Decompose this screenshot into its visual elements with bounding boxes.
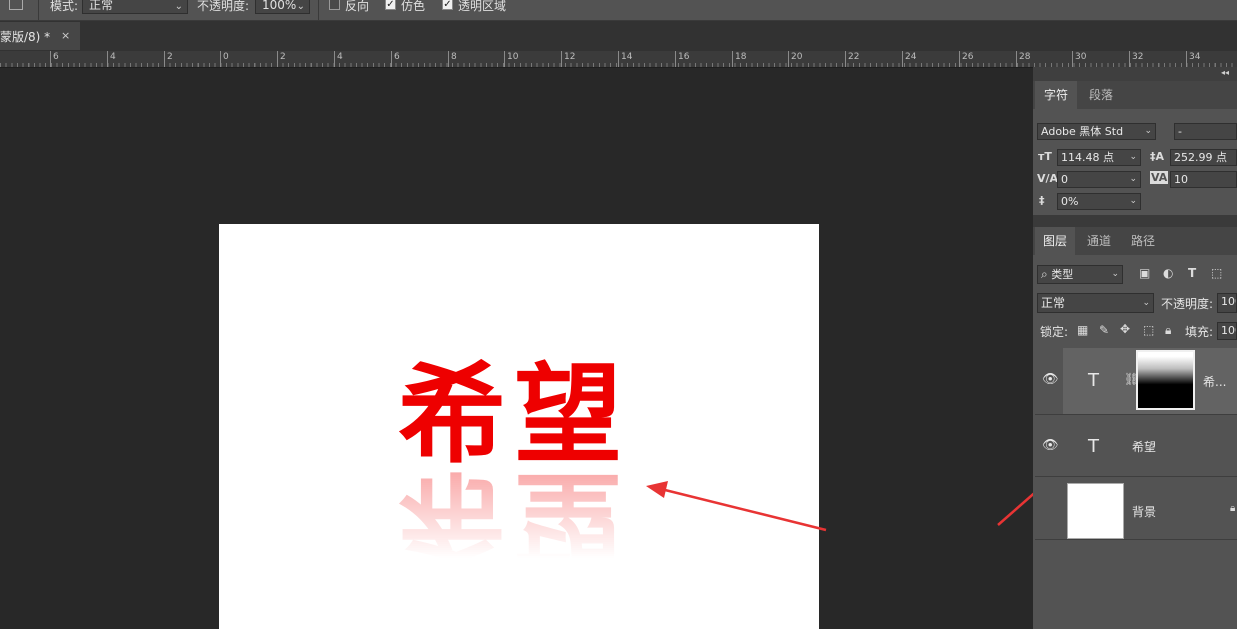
fill-field[interactable]: 100 — [1217, 322, 1237, 340]
chevron-down-icon: ⌄ — [1129, 152, 1137, 162]
tab-label: 段落 — [1088, 88, 1113, 102]
vertical-scale-icon: ‡ — [1039, 194, 1045, 207]
layer-name: 希... — [1203, 375, 1227, 389]
fill-value: 100 — [1221, 324, 1236, 337]
collapse-icon[interactable]: ◂◂ — [1221, 68, 1229, 77]
vertical-scale-value: 0% — [1061, 195, 1079, 208]
layer-thumbnail — [1067, 483, 1124, 539]
tab-paragraph[interactable]: 段落 — [1080, 81, 1122, 109]
eye-icon[interactable]: 👁︎ — [1042, 438, 1059, 453]
panel-separator — [1033, 215, 1237, 227]
text-layer-icon: T — [1088, 370, 1099, 391]
lock-image-icon[interactable]: ✎ — [1099, 323, 1109, 337]
chevron-down-icon: ⌄ — [1144, 126, 1152, 136]
tracking-field[interactable]: 10 — [1170, 171, 1237, 188]
chevron-down-icon: ⌄ — [1129, 196, 1137, 206]
leading-icon: ‡A — [1150, 150, 1165, 163]
vertical-scale-field[interactable]: 0% ⌄ — [1057, 193, 1141, 210]
tab-character[interactable]: 字符 — [1035, 81, 1077, 109]
kerning-field[interactable]: 0 ⌄ — [1057, 171, 1141, 188]
panel-collapse-strip: ◂◂ — [1033, 67, 1237, 81]
layer-opacity-label: 不透明度: — [1161, 297, 1214, 311]
tab-layers[interactable]: 图层 — [1035, 227, 1075, 255]
kerning-icon: V/A — [1037, 172, 1059, 185]
tab-label: 路径 — [1130, 234, 1155, 248]
tab-channels[interactable]: 通道 — [1078, 227, 1120, 255]
chevron-down-icon: ⌄ — [1111, 269, 1119, 279]
tab-label: 图层 — [1042, 234, 1067, 248]
leading-field[interactable]: 252.99 点 — [1170, 149, 1237, 166]
layers-empty-area — [1035, 540, 1237, 629]
fill-label: 填充: — [1185, 325, 1214, 339]
font-style-value: - — [1178, 125, 1182, 138]
kerning-value: 0 — [1061, 173, 1068, 186]
search-icon: ⌕ — [1041, 267, 1048, 281]
chevron-down-icon: ⌄ — [1129, 174, 1137, 184]
image-filter-icon[interactable]: ▣ — [1139, 266, 1150, 280]
leading-value: 252.99 点 — [1174, 151, 1227, 164]
tab-label: 通道 — [1086, 234, 1111, 248]
layer-opacity-field[interactable]: 100 — [1217, 293, 1237, 313]
shape-filter-icon[interactable]: ⬚ — [1211, 266, 1222, 280]
font-size-value: 114.48 点 — [1061, 151, 1114, 164]
tracking-value: 10 — [1174, 173, 1188, 186]
tab-paths[interactable]: 路径 — [1122, 227, 1164, 255]
layer-opacity-value: 100 — [1221, 295, 1236, 308]
blend-mode-value: 正常 — [1041, 296, 1066, 310]
layer-filter-select[interactable]: ⌕ 类型 ⌄ — [1037, 265, 1123, 284]
blend-mode-select[interactable]: 正常 ⌄ — [1037, 293, 1154, 313]
font-size-field[interactable]: 114.48 点 ⌄ — [1057, 149, 1141, 166]
font-family-select[interactable]: Adobe 黑体 Std ⌄ — [1037, 123, 1156, 140]
adjustment-filter-icon[interactable]: ◐ — [1163, 266, 1173, 280]
annotation-arrow — [646, 481, 827, 532]
eye-icon[interactable]: 👁︎ — [1042, 372, 1059, 387]
filter-kind-value: 类型 — [1051, 268, 1074, 281]
type-filter-icon[interactable]: T — [1188, 266, 1196, 280]
chevron-down-icon: ⌄ — [1142, 298, 1150, 308]
lock-icon: 🔒︎ — [1230, 503, 1236, 514]
layer-mask-thumbnail[interactable] — [1136, 350, 1195, 410]
lock-transparent-icon[interactable]: ▦ — [1077, 323, 1088, 337]
lock-label: 锁定: — [1040, 325, 1069, 339]
font-family-value: Adobe 黑体 Std — [1041, 125, 1124, 138]
text-layer-icon: T — [1088, 436, 1099, 457]
font-size-icon: тT — [1038, 150, 1052, 163]
tracking-icon: VA — [1150, 171, 1169, 184]
layer-name: 背景 — [1132, 505, 1157, 519]
lock-position-icon[interactable]: ✥ — [1120, 322, 1130, 336]
layer-name: 希望 — [1132, 440, 1157, 454]
font-style-select[interactable]: - — [1174, 123, 1237, 140]
lock-all-icon[interactable]: 🔒︎ — [1165, 323, 1171, 338]
tab-label: 字符 — [1043, 88, 1068, 102]
lock-artboard-icon[interactable]: ⬚ — [1143, 323, 1154, 337]
